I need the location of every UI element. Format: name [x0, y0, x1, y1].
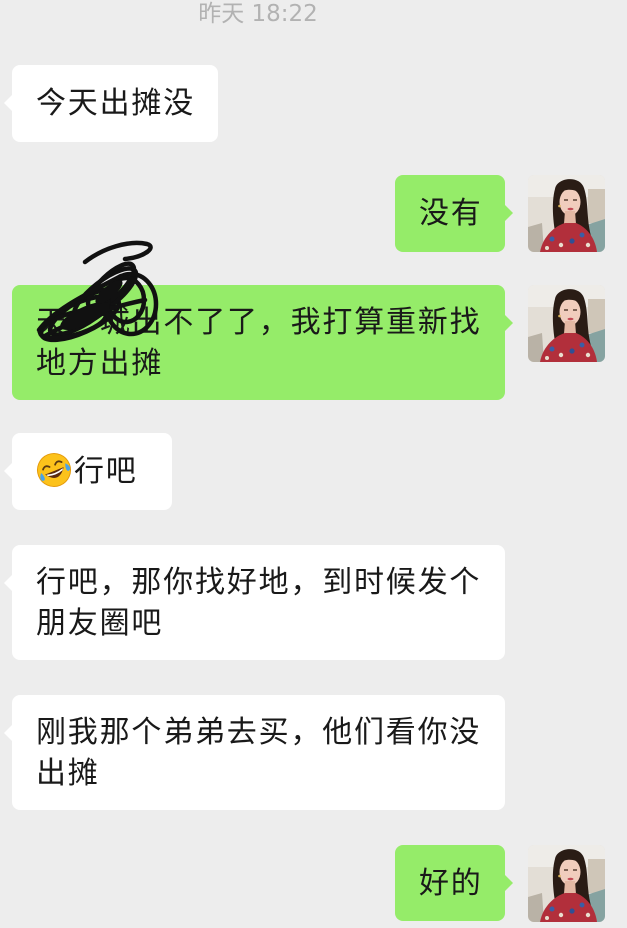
- message-text: 好的: [419, 865, 483, 901]
- user-avatar-icon: [528, 285, 605, 362]
- user-avatar[interactable]: [528, 175, 605, 252]
- message-text: 今天出摊没: [36, 86, 195, 121]
- message-text-line: 朋友圈吧: [36, 605, 164, 641]
- message-bubble-sent[interactable]: 天城出不了了，我打算重新找 地方出摊: [12, 285, 513, 400]
- message-text-fragment: 天: [36, 304, 68, 340]
- user-avatar[interactable]: [528, 285, 605, 362]
- user-avatar-icon: [528, 175, 605, 252]
- message-bubble-received[interactable]: 今天出摊没: [4, 65, 218, 142]
- message-bubble-sent[interactable]: 没有: [395, 175, 513, 252]
- rolling-laughing-emoji-icon: [36, 452, 72, 488]
- message-text-line: 出摊: [36, 755, 100, 791]
- message-bubble-sent[interactable]: 好的: [395, 845, 513, 921]
- message-text-fragment: 城出不了了，我打算重新找: [99, 304, 482, 340]
- message-text-line: 刚我那个弟弟去买，他们看你没: [36, 714, 482, 750]
- message-bubble-received[interactable]: 行吧，那你找好地，到时候发个 朋友圈吧: [4, 545, 505, 660]
- user-avatar-icon: [528, 845, 605, 922]
- message-timestamp: 昨天 18:22: [198, 1, 318, 27]
- message-bubble-received[interactable]: 行吧: [4, 433, 172, 510]
- message-text-line: 天城出不了了，我打算重新找: [36, 302, 481, 343]
- message-text: 行吧: [74, 454, 138, 489]
- message-text: 没有: [419, 196, 483, 231]
- redacted-gap: [68, 331, 100, 332]
- message-text-line: 行吧，那你找好地，到时候发个: [36, 564, 482, 600]
- user-avatar[interactable]: [528, 845, 605, 922]
- message-text-line: 行吧: [36, 451, 148, 492]
- message-bubble-received[interactable]: 刚我那个弟弟去买，他们看你没 出摊: [4, 695, 505, 810]
- message-text-line: 地方出摊: [36, 345, 164, 381]
